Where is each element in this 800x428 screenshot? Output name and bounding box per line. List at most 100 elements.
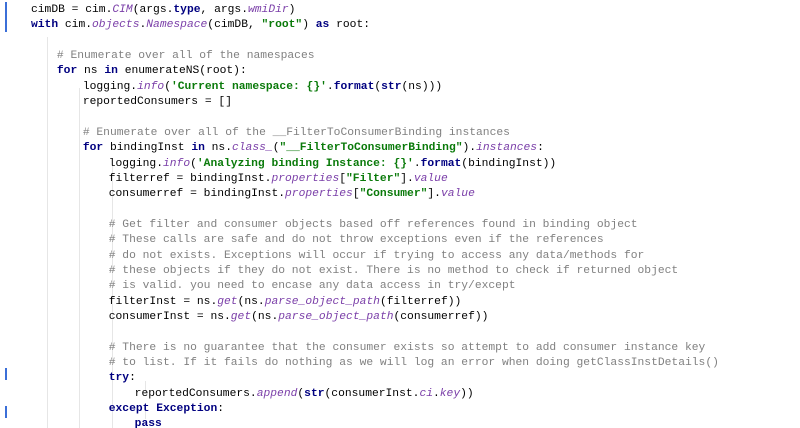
code-token: instances — [476, 142, 538, 155]
indent-guide — [47, 37, 48, 428]
change-marker — [5, 368, 7, 380]
code-token: # These calls are safe and do not throw … — [108, 234, 604, 247]
code-token: for — [82, 142, 110, 155]
code-line[interactable]: filterref = bindingInst.properties["Filt… — [109, 172, 448, 186]
code-token: # Get filter and consumer objects based … — [108, 218, 638, 231]
code-line[interactable]: consumerref = bindingInst.properties["Co… — [109, 187, 475, 201]
code-token: enumerateNS(root): — [124, 65, 247, 78]
code-token: ]. — [427, 188, 441, 201]
code-token: # Enumerate over all of the __FilterToCo… — [82, 126, 510, 139]
code-token: cimDB = cim. — [31, 4, 113, 16]
code-token: value — [413, 172, 448, 185]
code-token: ). — [462, 142, 477, 155]
code-token: : — [217, 403, 225, 416]
code-token: Exception — [156, 403, 218, 416]
indent-guide — [79, 88, 80, 428]
change-marker — [5, 2, 7, 32]
code-line[interactable]: # These calls are safe and do not throw … — [109, 233, 604, 247]
code-token: )) — [460, 387, 474, 400]
code-token: 'Current namespace: {}' — [170, 80, 327, 93]
code-token: class_ — [232, 142, 273, 155]
code-token: ]. — [400, 172, 414, 185]
code-line[interactable]: try: — [109, 371, 136, 385]
code-line[interactable]: reportedConsumers.append(str(consumerIns… — [135, 387, 474, 401]
change-gutter — [0, 0, 12, 428]
code-token: properties — [271, 172, 340, 185]
code-line[interactable]: # Get filter and consumer objects based … — [109, 218, 638, 232]
code-token: [ — [339, 172, 347, 185]
code-line[interactable]: filterInst = ns.get(ns.parse_object_path… — [109, 295, 462, 309]
code-token: str — [304, 387, 325, 400]
code-token: (ns))) — [401, 80, 443, 93]
code-line[interactable]: # Enumerate over all of the namespaces — [57, 49, 315, 63]
code-token: as — [315, 19, 337, 32]
code-token: logging. — [108, 157, 163, 170]
code-token: format — [333, 80, 375, 93]
code-token: get — [230, 311, 252, 323]
code-token: info — [137, 80, 165, 93]
code-token: "__FilterToConsumerBinding" — [279, 142, 463, 155]
code-token: . — [433, 387, 440, 400]
code-token: ( — [164, 80, 171, 93]
code-token: # do not exists. Exceptions will occur i… — [108, 249, 645, 262]
code-token: . — [413, 157, 421, 170]
code-token: (cimDB, — [207, 19, 262, 32]
code-token: type — [173, 4, 201, 16]
code-token: consumerref = bindingInst. — [108, 188, 286, 201]
code-token: : — [129, 372, 136, 385]
code-token: filterInst = ns. — [108, 295, 218, 308]
code-line[interactable]: # these objects if they do not exist. Th… — [109, 264, 678, 278]
code-token: Namespace — [146, 19, 208, 32]
code-token: ci — [419, 387, 433, 400]
code-token: . — [326, 80, 334, 93]
code-token: (consumerInst. — [324, 387, 420, 400]
code-token: in — [191, 142, 212, 155]
code-editor[interactable]: cimDB = cim.CIM(args.type, args.wmiDir) w… — [0, 0, 800, 428]
code-token: 'Analyzing binding Instance: {}' — [196, 157, 414, 170]
code-line[interactable]: # is valid. you need to encase any data … — [109, 279, 516, 293]
code-line[interactable]: consumerInst = ns.get(ns.parse_object_pa… — [109, 310, 489, 324]
code-token: : — [537, 142, 544, 155]
code-line[interactable]: for bindingInst in ns.class_("__FilterTo… — [83, 141, 544, 155]
code-token: for — [56, 65, 85, 78]
code-token: key — [439, 387, 461, 400]
code-token: # There is no guarantee that the consume… — [108, 341, 706, 354]
change-marker — [5, 406, 7, 418]
code-token: cim. — [64, 19, 93, 32]
code-token: (consumerref)) — [393, 311, 489, 323]
code-line[interactable]: # Enumerate over all of the __FilterToCo… — [83, 126, 510, 140]
code-token: properties — [285, 188, 353, 201]
code-token: reportedConsumers = [] — [82, 96, 232, 109]
code-line[interactable]: # There is no guarantee that the consume… — [109, 341, 706, 355]
code-line[interactable]: # do not exists. Exceptions will occur i… — [109, 249, 645, 263]
code-token: try — [108, 372, 130, 385]
code-token: in — [104, 65, 125, 78]
code-token: root: — [336, 19, 371, 32]
code-line[interactable]: with cim.objects.Namespace(cimDB, "root"… — [31, 18, 370, 32]
code-line[interactable]: cimDB = cim.CIM(args.type, args.wmiDir) — [31, 3, 295, 17]
code-token: # is valid. you need to encase any data … — [108, 280, 516, 293]
code-token: logging. — [82, 80, 138, 93]
code-token: except — [108, 403, 157, 416]
code-token: wmiDir — [247, 4, 289, 16]
code-token: CIM — [112, 4, 133, 16]
code-token: "root" — [261, 19, 303, 32]
code-line[interactable]: reportedConsumers = [] — [83, 95, 232, 109]
code-token: value — [440, 188, 475, 201]
code-token: filterref = bindingInst. — [108, 172, 272, 185]
code-token: consumerInst = ns. — [108, 311, 231, 323]
code-line[interactable]: logging.info('Current namespace: {}'.for… — [83, 80, 442, 94]
code-token: ) — [302, 19, 316, 32]
code-token: get — [217, 295, 238, 308]
code-line[interactable]: for ns in enumerateNS(root): — [57, 64, 247, 78]
code-token: info — [162, 157, 191, 170]
code-token: pass — [134, 418, 162, 428]
code-token: (bindingInst)) — [461, 157, 557, 170]
code-token: objects — [92, 19, 140, 32]
code-token: # these objects if they do not exist. Th… — [108, 264, 679, 277]
code-line[interactable]: pass — [135, 417, 162, 428]
code-token: (filterref)) — [379, 295, 462, 308]
code-line[interactable]: # to list. If it fails do nothing as we … — [109, 356, 719, 370]
code-line[interactable]: logging.info('Analyzing binding Instance… — [109, 157, 556, 171]
code-line[interactable]: except Exception: — [109, 402, 224, 416]
